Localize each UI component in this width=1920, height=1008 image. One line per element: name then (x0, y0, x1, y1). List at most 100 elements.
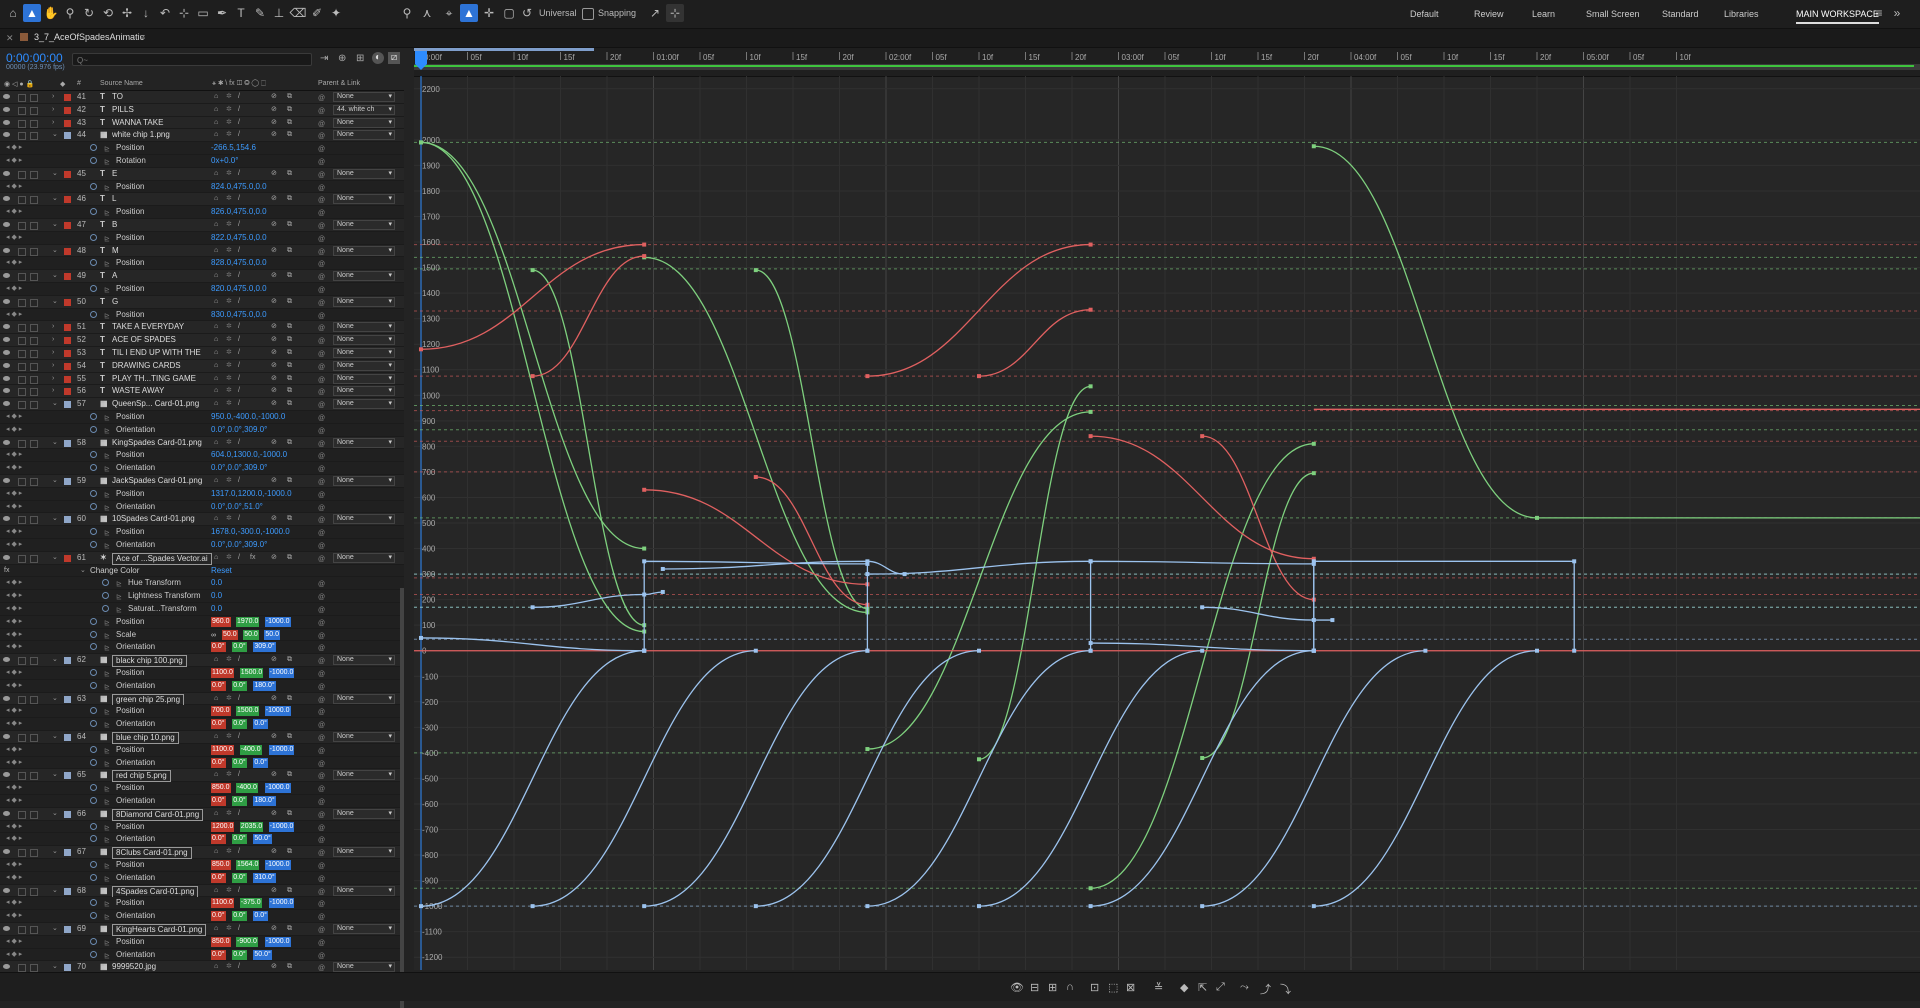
motion-blur-switch-icon[interactable]: ⊘ (271, 272, 279, 280)
keyframe[interactable] (753, 475, 758, 480)
puppet-pin-icon[interactable]: ✦ (327, 4, 345, 22)
collapse-switch-icon[interactable]: ✲ (226, 221, 234, 229)
keyframe-navigator[interactable]: ◂ ◆ ▸ (6, 872, 22, 885)
property-row[interactable]: ◂ ◆ ▸ ⊵ Position 828.0,475.0,0.0 @ (0, 257, 404, 271)
parent-dropdown[interactable]: None (333, 476, 395, 486)
property-value[interactable]: 824.0,475.0,0.0 (211, 181, 267, 194)
auto-bezier-icon[interactable]: ⤢ (1216, 981, 1225, 994)
solo-toggle[interactable] (18, 106, 26, 115)
quality-switch-icon[interactable]: / (238, 554, 246, 562)
property-value[interactable]: 822.0,475.0,0.0 (211, 232, 267, 245)
motion-blur-switch-icon[interactable]: ⊘ (271, 515, 279, 523)
3d-layer-switch-icon[interactable]: ⧉ (287, 349, 295, 357)
keyframe[interactable] (1311, 904, 1316, 909)
solo-toggle[interactable] (18, 222, 26, 230)
layer-name[interactable]: white chip 1.png (112, 129, 170, 142)
effect-row[interactable]: fx ⌄ Change Color Reset (0, 564, 404, 578)
layer-row[interactable]: ⌄ 63 ▦ green chip 25.png ⌂ ✲ / ⊘ ⧉ @ None (0, 692, 404, 706)
property-row[interactable]: ◂ ◆ ▸ ⊵ Orientation 0.0° 0.0° 0.0° @ (0, 756, 404, 770)
visibility-eye-icon[interactable] (3, 849, 10, 855)
keyframe-navigator[interactable]: ◂ ◆ ▸ (6, 667, 22, 680)
property-value-z[interactable]: 50.0° (253, 949, 272, 960)
property-row[interactable]: ◂ ◆ ▸ ⊵ Position 820.0,475.0,0.0 @ (0, 283, 404, 296)
keyframe[interactable] (419, 347, 423, 352)
expand-chevron-icon[interactable]: ⌄ (52, 846, 58, 859)
property-value-z[interactable]: 50.0 (264, 629, 281, 640)
expand-chevron-icon[interactable]: ⌄ (52, 193, 58, 206)
property-value-x[interactable]: 850.0 (211, 860, 231, 870)
keyframe-navigator[interactable]: ◂ ◆ ▸ (6, 705, 22, 718)
property-value-z[interactable]: 0.0° (253, 719, 268, 730)
property-value-x[interactable]: 1200.0 (211, 821, 235, 832)
draft-3d-icon[interactable]: ⊕ (338, 53, 346, 64)
keyframe[interactable] (1200, 755, 1205, 760)
hand-icon[interactable]: ✋ (42, 4, 60, 22)
layer-name[interactable]: blue chip 10.png (112, 732, 179, 744)
collapse-switch-icon[interactable]: ✲ (226, 771, 234, 779)
3d-layer-switch-icon[interactable]: ⧉ (287, 887, 295, 895)
quality-switch-icon[interactable]: / (238, 298, 246, 306)
keyframe[interactable] (1088, 242, 1093, 247)
solo-toggle[interactable] (18, 810, 26, 819)
parent-dropdown[interactable]: None (333, 194, 395, 205)
property-value-z[interactable]: -1000.0 (264, 706, 291, 717)
visibility-eye-icon[interactable] (3, 554, 10, 560)
collapse-switch-icon[interactable]: ✲ (226, 733, 234, 741)
property-row[interactable]: ◂ ◆ ▸ ⊵ Position 1317.0,1200.0,-1000.0 @ (0, 487, 404, 501)
stopwatch-icon[interactable] (90, 182, 97, 190)
3d-layer-switch-icon[interactable]: ⧉ (287, 336, 295, 344)
expand-chevron-icon[interactable]: ⌄ (52, 437, 58, 450)
stopwatch-icon[interactable] (90, 707, 97, 715)
shy-switch-icon[interactable]: ⌂ (214, 170, 222, 178)
keyframe-navigator[interactable]: ◂ ◆ ▸ (6, 206, 22, 219)
property-row[interactable]: ◂ ◆ ▸ ⊵ Position 850.0 -400.0 -1000.0 @ (0, 782, 404, 795)
property-value[interactable]: -266.5,154.6 (211, 142, 256, 155)
expand-chevron-icon[interactable]: ⌄ (52, 475, 58, 488)
lock-toggle[interactable] (30, 196, 38, 205)
motion-blur-switch-icon[interactable]: ⊘ (271, 323, 279, 331)
collapse-switch-icon[interactable]: ✲ (226, 272, 234, 280)
expand-chevron-icon[interactable]: ⌄ (52, 129, 58, 142)
quality-switch-icon[interactable]: / (238, 119, 246, 127)
property-row[interactable]: ◂ ◆ ▸ ⊵ Saturat...Transform 0.0 @ (0, 603, 404, 616)
quality-switch-icon[interactable]: / (238, 810, 246, 818)
property-value[interactable]: 0.0°,0.0°,309.0° (211, 424, 267, 437)
layer-name[interactable]: QueenSp... Card-01.png (112, 398, 199, 411)
property-row[interactable]: ◂ ◆ ▸ ⊵ Position 824.0,475.0,0.0 @ (0, 180, 404, 194)
stopwatch-icon[interactable] (90, 489, 97, 497)
motion-blur-switch-icon[interactable]: ⊘ (271, 195, 279, 203)
visibility-eye-icon[interactable] (3, 401, 10, 407)
solo-toggle[interactable] (18, 196, 26, 205)
stopwatch-icon[interactable] (90, 669, 97, 676)
easy-ease-in-icon[interactable]: ⤴ (1260, 981, 1271, 997)
lock-toggle[interactable] (30, 554, 38, 563)
property-value-x[interactable]: 0.0° (211, 796, 226, 806)
stopwatch-icon[interactable] (90, 233, 97, 241)
motion-blur-switch-icon[interactable]: ⊘ (271, 221, 279, 229)
lock-toggle[interactable] (30, 695, 38, 704)
visibility-eye-icon[interactable] (3, 810, 10, 816)
label-color-swatch[interactable] (64, 132, 71, 140)
motion-blur-switch-icon[interactable]: ⊘ (271, 247, 279, 255)
3d-layer-switch-icon[interactable]: ⧉ (287, 298, 295, 306)
property-value-y[interactable]: 0.0° (232, 872, 247, 883)
layer-name[interactable]: green chip 25.png (112, 693, 185, 706)
property-value-z[interactable]: 0.0° (253, 757, 268, 768)
label-color-swatch[interactable] (64, 350, 71, 357)
keyframe[interactable] (1088, 641, 1093, 646)
expand-chevron-icon[interactable]: ⌄ (52, 731, 58, 744)
axis-rotate-icon[interactable]: ↺ (518, 4, 536, 22)
stopwatch-icon[interactable] (90, 144, 97, 152)
lock-toggle[interactable] (30, 324, 38, 333)
3d-layer-switch-icon[interactable]: ⧉ (287, 221, 295, 229)
motion-blur-switch-icon[interactable]: ⊘ (271, 375, 279, 383)
keyframe-navigator[interactable]: ◂ ◆ ▸ (6, 539, 22, 552)
anchor-icon[interactable]: ⊹ (175, 4, 193, 22)
layer-row[interactable]: ⌄ 67 ▦ 8Clubs Card-01.png ⌂ ✲ / ⊘ ⧉ @ None (0, 846, 404, 860)
layer-row[interactable]: ⌄ 69 ▦ KingHearts Card-01.png ⌂ ✲ / ⊘ ⧉ @ None (0, 923, 404, 936)
keyframe-navigator[interactable]: ◂ ◆ ▸ (6, 526, 22, 539)
collapse-switch-icon[interactable]: ✲ (226, 336, 234, 344)
pen-icon[interactable]: ✒ (213, 4, 231, 22)
property-row[interactable]: ◂ ◆ ▸ ⊵ Position 826.0,475.0,0.0 @ (0, 206, 404, 219)
collapse-switch-icon[interactable]: ✲ (226, 515, 234, 523)
